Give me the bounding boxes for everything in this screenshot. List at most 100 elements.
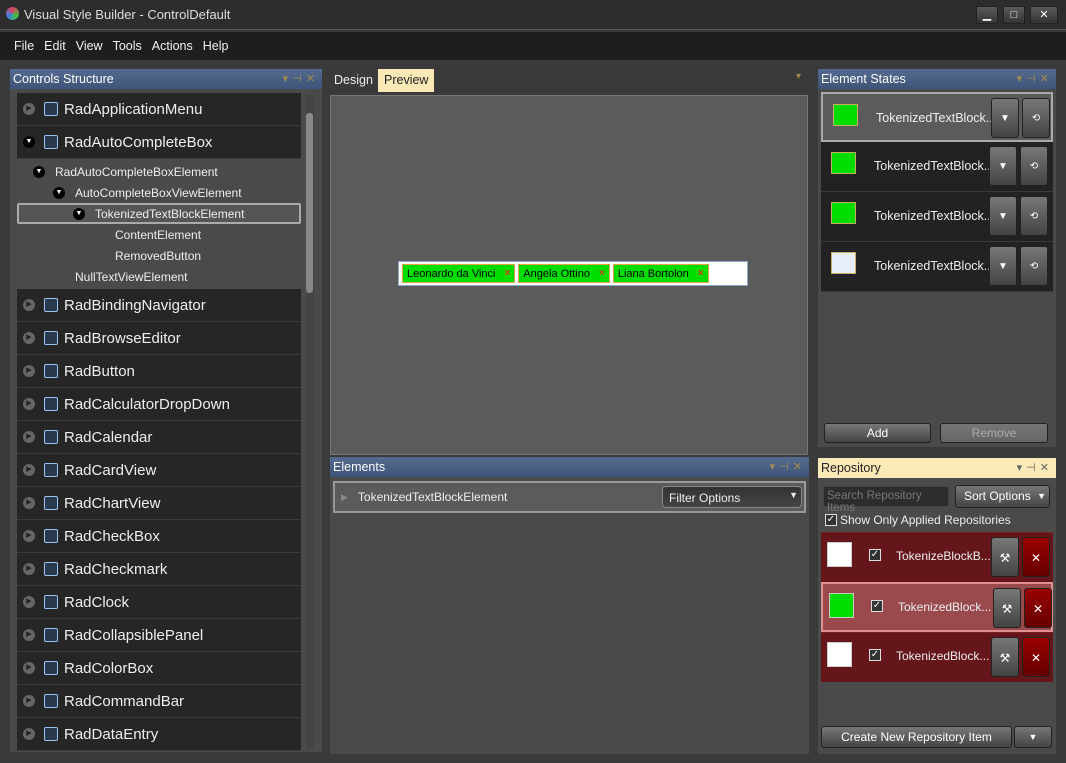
search-repository-input[interactable]: Search Repository Items — [823, 486, 949, 507]
tree-child[interactable]: ContentElement — [17, 224, 301, 245]
tree-item[interactable]: ▼RadAutoCompleteBox — [17, 126, 301, 159]
tree-item[interactable]: ▶RadCalendar — [17, 421, 301, 454]
sort-options-button[interactable]: Sort Options▼ — [955, 485, 1050, 508]
panel-window-icons[interactable]: ▾⊣✕ — [1017, 461, 1053, 475]
tree-child[interactable]: NullTextViewElement — [17, 266, 301, 287]
expand-icon[interactable]: ▶ — [23, 332, 35, 344]
minimize-button[interactable]: ▁ — [976, 6, 998, 24]
tree-item[interactable]: ▶RadBindingNavigator — [17, 289, 301, 322]
tree-item[interactable]: ▶RadCalculatorDropDown — [17, 388, 301, 421]
tree-item[interactable]: ▶RadApplicationMenu — [17, 93, 301, 126]
element-state-row[interactable]: TokenizedTextBlock...▼⟲ — [821, 92, 1053, 142]
state-dropdown-button[interactable]: ▼ — [989, 196, 1017, 236]
tab-design[interactable]: Design — [328, 69, 379, 92]
remove-token-icon[interactable]: × — [504, 268, 510, 279]
tree-child-selected[interactable]: ▼TokenizedTextBlockElement — [17, 203, 301, 224]
filter-options-dropdown[interactable]: Filter Options▼ — [662, 486, 802, 508]
tree-item[interactable]: ▶RadCardView — [17, 454, 301, 487]
apply-checkbox[interactable]: ✓ — [869, 549, 881, 561]
tree-item[interactable]: ▶RadCheckmark — [17, 553, 301, 586]
state-dropdown-button[interactable]: ▼ — [989, 246, 1017, 286]
autocomplete-box[interactable]: Leonardo da Vinci× Angela Ottino× Liana … — [398, 261, 748, 286]
expand-icon[interactable]: ▶ — [23, 695, 35, 707]
token[interactable]: Angela Ottino× — [518, 264, 610, 283]
repository-item-row[interactable]: ✓TokenizeBlockB...⚒✕ — [821, 532, 1053, 582]
delete-repository-icon[interactable]: ✕ — [1022, 637, 1050, 677]
tree-child[interactable]: ▼RadAutoCompleteBoxElement — [17, 161, 301, 182]
expand-icon[interactable]: ▶ — [23, 629, 35, 641]
menu-help[interactable]: Help — [203, 39, 229, 53]
expand-icon[interactable]: ▶ — [23, 563, 35, 575]
remove-token-icon[interactable]: × — [698, 268, 704, 279]
menu-view[interactable]: View — [76, 39, 103, 53]
tree-item[interactable]: ▶RadDataEntry — [17, 718, 301, 751]
reset-state-button[interactable]: ⟲ — [1020, 146, 1048, 186]
create-dropdown-button[interactable]: ▼ — [1014, 726, 1052, 748]
tree-item[interactable]: ▶RadChartView — [17, 487, 301, 520]
expand-icon[interactable]: ▶ — [341, 492, 348, 503]
expand-icon[interactable]: ▶ — [23, 728, 35, 740]
menu-tools[interactable]: Tools — [113, 39, 142, 53]
panel-window-icons[interactable]: ▾⊣✕ — [283, 72, 319, 86]
repository-item-row[interactable]: ✓TokenizedBlock...⚒✕ — [821, 632, 1053, 682]
delete-repository-icon[interactable]: ✕ — [1022, 537, 1050, 577]
menu-edit[interactable]: Edit — [44, 39, 66, 53]
expand-icon[interactable]: ▶ — [23, 398, 35, 410]
expand-icon[interactable]: ▶ — [23, 365, 35, 377]
expand-icon[interactable]: ▶ — [23, 464, 35, 476]
tree-item[interactable]: ▶RadButton — [17, 355, 301, 388]
tab-menu-icon[interactable]: ▾ — [796, 71, 801, 82]
delete-repository-icon[interactable]: ✕ — [1024, 588, 1052, 628]
remove-token-icon[interactable]: × — [599, 268, 605, 279]
expand-icon[interactable]: ▶ — [23, 596, 35, 608]
tab-preview[interactable]: Preview — [378, 69, 434, 92]
expand-icon[interactable]: ▶ — [23, 530, 35, 542]
tree-item[interactable]: ▶RadCheckBox — [17, 520, 301, 553]
checkbox-checked[interactable]: ✓ — [825, 514, 837, 526]
panel-window-icons[interactable]: ▾⊣✕ — [1017, 72, 1053, 86]
edit-repository-tools-icon[interactable]: ⚒ — [991, 537, 1019, 577]
state-dropdown-button[interactable]: ▼ — [989, 146, 1017, 186]
reset-state-button[interactable]: ⟲ — [1020, 246, 1048, 286]
tree-item[interactable]: ▶RadCollapsiblePanel — [17, 619, 301, 652]
expand-icon[interactable]: ▶ — [23, 103, 35, 115]
collapse-icon[interactable]: ▼ — [53, 187, 65, 199]
expand-icon[interactable]: ▶ — [23, 662, 35, 674]
collapse-icon[interactable]: ▼ — [23, 136, 35, 148]
token[interactable]: Leonardo da Vinci× — [402, 264, 515, 283]
apply-checkbox[interactable]: ✓ — [869, 649, 881, 661]
tree-item[interactable]: ▶RadClock — [17, 586, 301, 619]
expand-icon[interactable]: ▶ — [23, 431, 35, 443]
tree-item[interactable]: ▶RadCommandBar — [17, 685, 301, 718]
menu-file[interactable]: File — [14, 39, 34, 53]
collapse-icon[interactable]: ▼ — [73, 208, 85, 220]
collapse-icon[interactable]: ▼ — [33, 166, 45, 178]
edit-repository-tools-icon[interactable]: ⚒ — [993, 588, 1021, 628]
create-new-repository-item-button[interactable]: Create New Repository Item — [821, 726, 1012, 748]
close-button[interactable]: ✕ — [1030, 6, 1058, 24]
show-only-applied-checkbox[interactable]: ✓Show Only Applied Repositories — [825, 513, 1011, 527]
element-row[interactable]: ▶ TokenizedTextBlockElement Filter Optio… — [333, 481, 806, 513]
state-dropdown-button[interactable]: ▼ — [991, 98, 1019, 138]
scrollbar-thumb[interactable] — [306, 113, 313, 293]
element-state-row[interactable]: TokenizedTextBlock...▼⟲ — [821, 192, 1053, 242]
repository-item-row[interactable]: ✓TokenizedBlock...⚒✕ — [821, 582, 1053, 632]
tree-child[interactable]: ▼AutoCompleteBoxViewElement — [17, 182, 301, 203]
tree-item[interactable]: ▶RadColorBox — [17, 652, 301, 685]
expand-icon[interactable]: ▶ — [23, 299, 35, 311]
tree-child[interactable]: RemovedButton — [17, 245, 301, 266]
expand-icon[interactable]: ▶ — [23, 497, 35, 509]
token[interactable]: Liana Bortolon× — [613, 264, 709, 283]
reset-state-button[interactable]: ⟲ — [1022, 98, 1050, 138]
reset-state-button[interactable]: ⟲ — [1020, 196, 1048, 236]
add-button[interactable]: Add — [824, 423, 931, 443]
edit-repository-tools-icon[interactable]: ⚒ — [991, 637, 1019, 677]
panel-window-icons[interactable]: ▾⊣✕ — [770, 460, 806, 474]
menu-actions[interactable]: Actions — [152, 39, 193, 53]
element-state-row[interactable]: TokenizedTextBlock...▼⟲ — [821, 242, 1053, 292]
apply-checkbox[interactable]: ✓ — [871, 600, 883, 612]
chevron-down-icon[interactable]: ▼ — [1037, 486, 1046, 507]
element-state-row[interactable]: TokenizedTextBlock...▼⟲ — [821, 142, 1053, 192]
tree-item[interactable]: ▶RadBrowseEditor — [17, 322, 301, 355]
maximize-button[interactable]: □ — [1003, 6, 1025, 24]
